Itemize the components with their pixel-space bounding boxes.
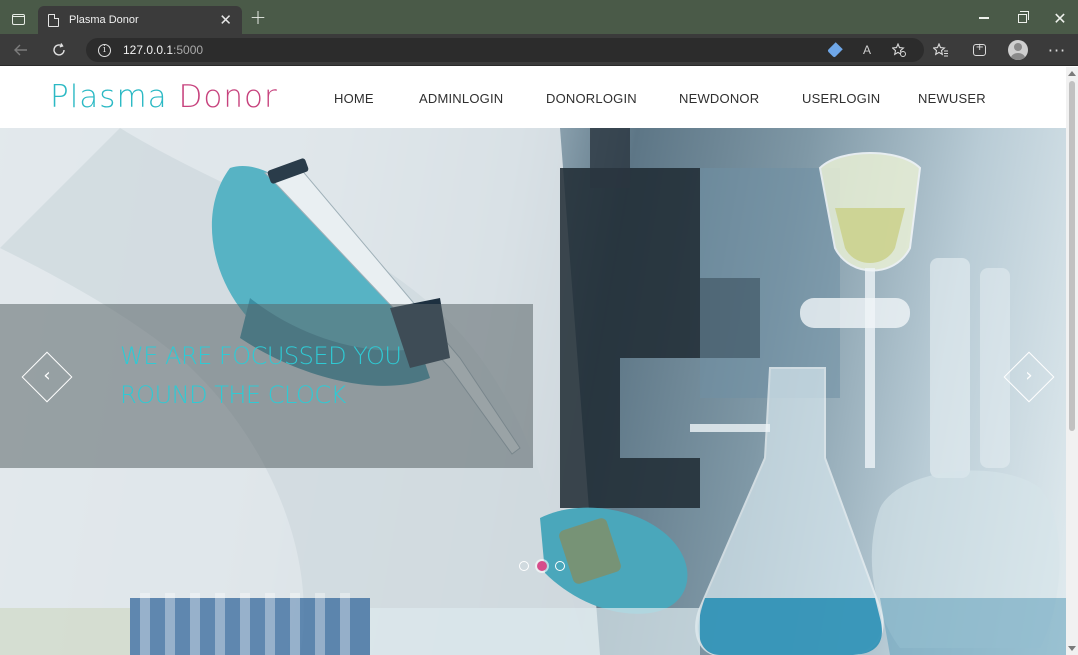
hero-carousel: WE ARE FOCUSSED YOU ROUND THE CLOCK ‹ › <box>0 128 1066 655</box>
web-page: Plasma Donor HOME ADMINLOGIN DONORLOGIN … <box>0 67 1066 655</box>
url-port: :5000 <box>173 43 204 57</box>
browser-tab-bar: Plasma Donor ✕ + ✕ <box>0 0 1078 34</box>
page-scrollbar[interactable] <box>1066 67 1078 655</box>
minimize-icon <box>979 17 989 19</box>
browser-tab[interactable]: Plasma Donor ✕ <box>38 6 242 34</box>
collections-icon[interactable] <box>966 38 992 62</box>
more-icon[interactable]: ··· <box>1044 38 1070 62</box>
read-aloud-icon[interactable]: A <box>856 38 878 62</box>
nav-newuser[interactable]: NEWUSER <box>918 91 986 106</box>
window-close-button[interactable]: ✕ <box>1042 6 1078 30</box>
nav-userlogin[interactable]: USERLOGIN <box>802 91 880 106</box>
scroll-down-icon[interactable] <box>1068 646 1076 651</box>
nav-home[interactable]: HOME <box>334 91 374 106</box>
profile-icon <box>1008 40 1028 60</box>
slide-caption-line-1: WE ARE FOCUSSED YOU <box>120 342 402 370</box>
favorites-icon[interactable] <box>928 38 954 62</box>
profile-button[interactable] <box>1005 38 1031 62</box>
minimize-button[interactable] <box>966 6 1002 30</box>
url-host: 127.0.0.1 <box>123 43 174 57</box>
restore-button[interactable] <box>1004 6 1040 30</box>
info-icon[interactable]: i <box>98 43 111 57</box>
nav-newdonor[interactable]: NEWDONOR <box>679 91 759 106</box>
carousel-dot-3[interactable] <box>555 561 565 571</box>
carousel-dot-2[interactable] <box>537 561 547 571</box>
address-toolbar: i 127.0.0.1 :5000 A ··· <box>0 34 1078 66</box>
page-icon <box>48 13 59 27</box>
url-field[interactable]: i 127.0.0.1 :5000 A <box>86 38 924 62</box>
scroll-thumb[interactable] <box>1069 81 1075 431</box>
carousel-indicators <box>519 560 565 572</box>
tab-close-icon[interactable]: ✕ <box>219 12 232 28</box>
tab-title: Plasma Donor <box>69 14 139 26</box>
nav-adminlogin[interactable]: ADMINLOGIN <box>419 91 503 106</box>
scroll-up-icon[interactable] <box>1068 71 1076 76</box>
add-favorite-icon[interactable] <box>888 38 910 62</box>
refresh-icon <box>53 43 65 56</box>
tag-icon[interactable] <box>824 38 846 62</box>
new-tab-button[interactable]: + <box>248 7 268 28</box>
back-icon <box>14 44 27 56</box>
main-nav: HOME ADMINLOGIN DONORLOGIN NEWDONOR USER… <box>0 67 1066 128</box>
site-header: Plasma Donor HOME ADMINLOGIN DONORLOGIN … <box>0 67 1066 128</box>
refresh-button[interactable] <box>46 38 72 62</box>
carousel-dot-1[interactable] <box>519 561 529 571</box>
slide-caption-line-2: ROUND THE CLOCK <box>120 381 346 409</box>
restore-icon <box>1017 10 1029 23</box>
nav-donorlogin[interactable]: DONORLOGIN <box>546 91 637 106</box>
slide-caption-box: WE ARE FOCUSSED YOU ROUND THE CLOCK <box>0 304 533 468</box>
tab-actions-icon[interactable] <box>8 10 28 28</box>
back-button[interactable] <box>8 38 34 62</box>
